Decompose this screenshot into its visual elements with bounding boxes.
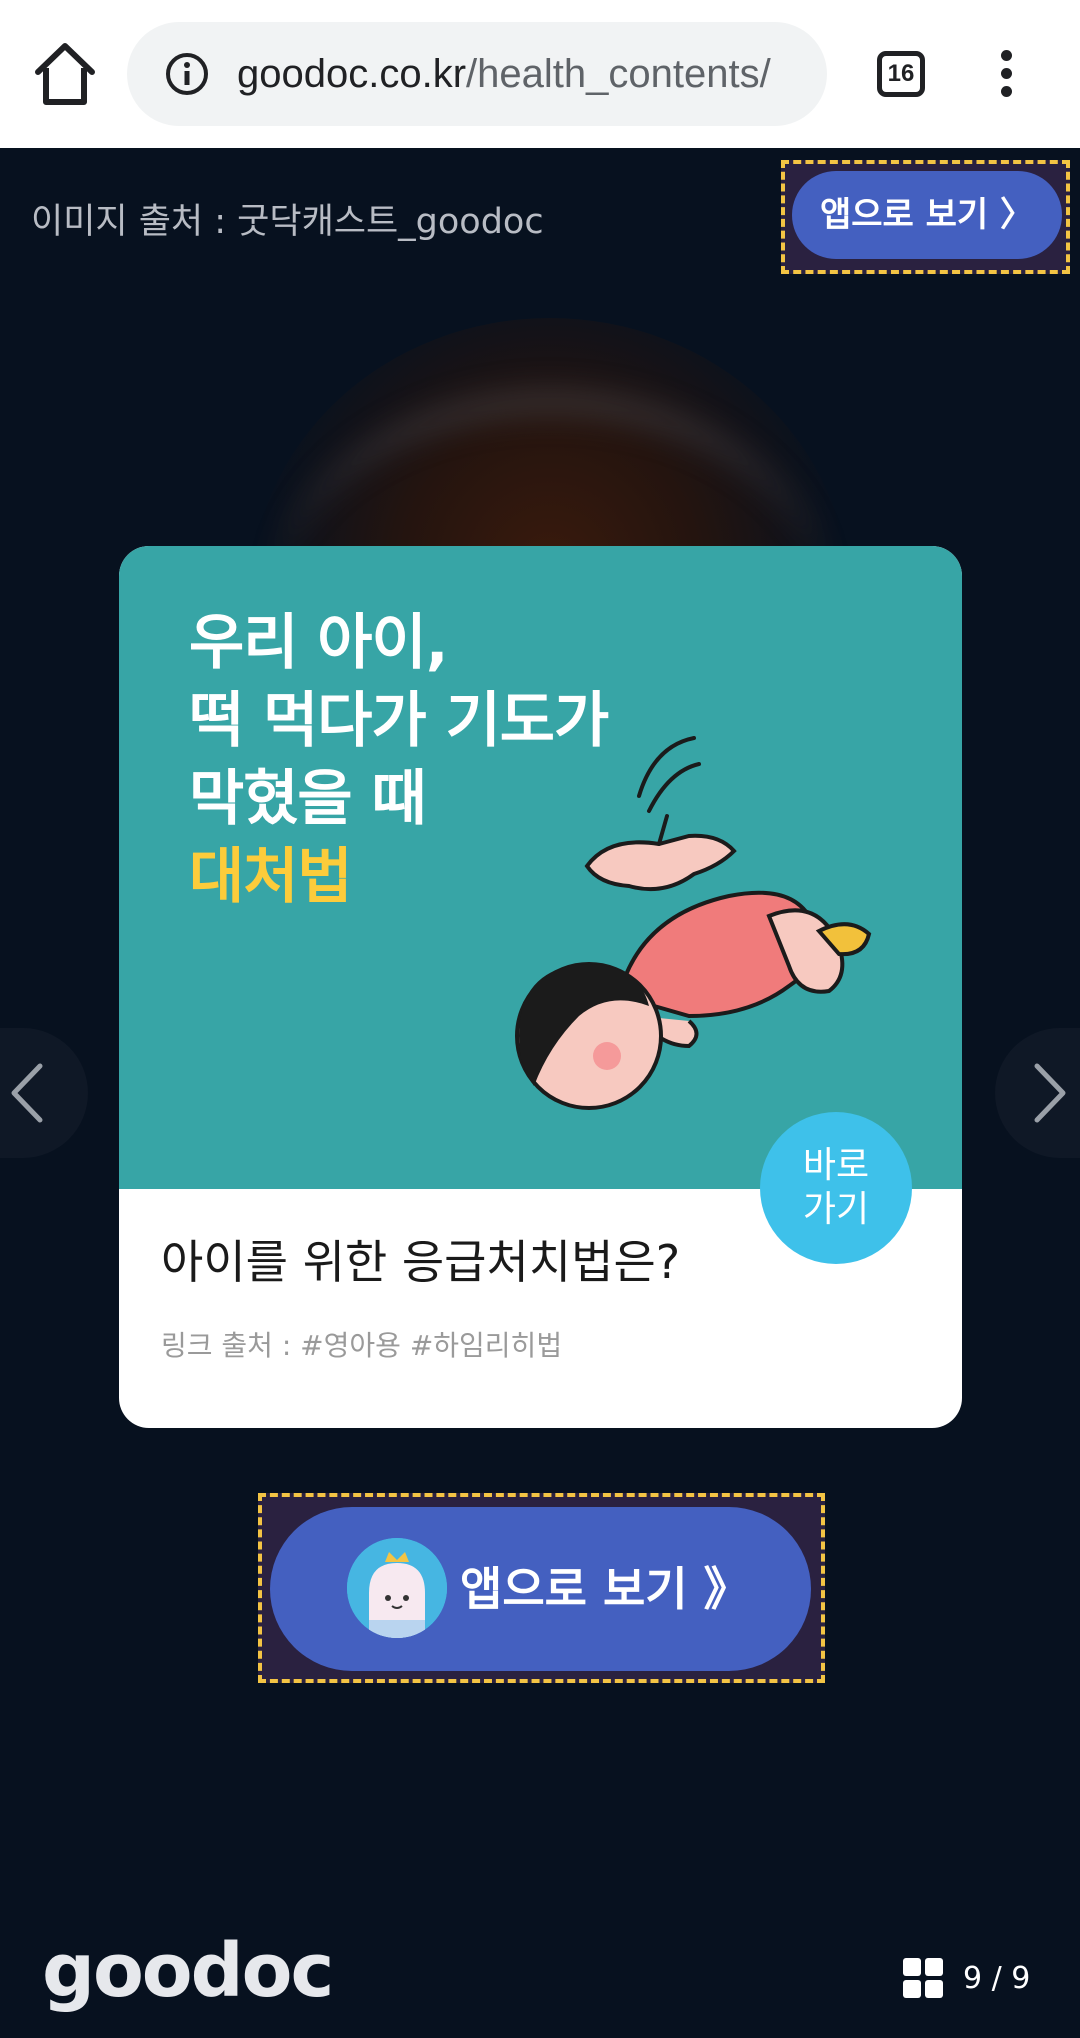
- address-bar[interactable]: goodoc.co.kr/health_contents/: [127, 22, 827, 126]
- url-text: goodoc.co.kr/health_contents/: [237, 22, 771, 126]
- home-icon[interactable]: [30, 38, 100, 110]
- info-icon[interactable]: [165, 52, 209, 96]
- open-in-app-button-top[interactable]: 앱으로 보기 〉: [792, 171, 1062, 259]
- headline-line-1: 우리 아이,: [189, 608, 448, 678]
- next-slide-button[interactable]: [995, 1028, 1080, 1158]
- previous-slide-button[interactable]: [0, 1028, 88, 1158]
- page-indicator[interactable]: 9 / 9: [903, 1956, 1030, 2000]
- chevron-right-icon: [1034, 1063, 1066, 1123]
- browser-toolbar: goodoc.co.kr/health_contents/ 16: [0, 0, 1080, 148]
- goodoc-logo: goodoc: [42, 1928, 334, 2014]
- chevron-left-icon: [11, 1063, 43, 1123]
- go-badge-line-1: 바로: [802, 1145, 870, 1186]
- open-in-app-label: 앱으로 보기 》: [460, 1562, 750, 1616]
- image-source-caption: 이미지 출처 : 굿닥캐스트_goodoc: [31, 202, 544, 242]
- go-badge-line-2: 가기: [802, 1189, 870, 1230]
- card-link-source: 링크 출처 : #영아용 #하임리히법: [161, 1329, 563, 1362]
- tabs-icon[interactable]: 16: [877, 51, 925, 97]
- grid-icon: [903, 1958, 943, 1998]
- more-vert-icon[interactable]: [985, 50, 1027, 100]
- url-domain: goodoc.co.kr: [237, 52, 467, 96]
- baby-back-blow-illustration: [515, 736, 872, 1110]
- mascot-icon: [347, 1538, 447, 1638]
- card-thumbnail: 우리 아이, 떡 먹다가 기도가 막혔을 때 대처법: [119, 546, 962, 1189]
- url-path: /health_contents/: [466, 52, 771, 96]
- open-in-app-button-bottom[interactable]: 앱으로 보기 》: [270, 1507, 811, 1671]
- card-title: 아이를 위한 응급처치법은?: [161, 1235, 681, 1289]
- go-badge-button[interactable]: 바로 가기: [760, 1112, 912, 1264]
- page-counter: 9 / 9: [963, 1960, 1031, 1996]
- content-card[interactable]: 우리 아이, 떡 먹다가 기도가 막혔을 때 대처법 바로 가기 아이를 위한 …: [119, 546, 962, 1428]
- health-content-viewer: 이미지 출처 : 굿닥캐스트_goodoc 앱으로 보기 〉 우리 아이, 떡 …: [0, 148, 1080, 2038]
